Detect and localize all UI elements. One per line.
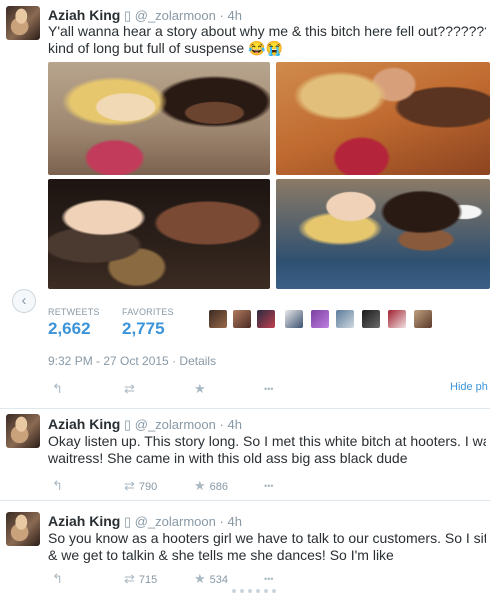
tweet-photo-2[interactable] xyxy=(276,62,490,175)
favorites-label: FAVORITES xyxy=(122,307,174,317)
verified-glyph: ▯ xyxy=(123,417,132,432)
tweet-time[interactable]: 4h xyxy=(227,514,241,529)
carousel-pager xyxy=(230,580,278,598)
tweet-text: So you know as a hooters girl we have to… xyxy=(48,530,486,564)
favoriter-avatar[interactable] xyxy=(311,310,329,328)
favorite-button[interactable]: ★ 534 xyxy=(194,571,228,587)
tweet-text-line: Okay listen up. This story long. So I me… xyxy=(48,433,486,449)
favorite-icon: ★ xyxy=(194,478,206,493)
retweet-count: 790 xyxy=(138,481,158,493)
retweet-button[interactable]: ⇄ 790 xyxy=(124,478,157,494)
tweet-text: Y'all wanna hear a story about why me & … xyxy=(48,23,486,57)
tweet-header: Aziah King ▯ @_zolarmoon · 4h xyxy=(48,7,242,23)
retweets-stat[interactable]: RETWEETS 2,662 xyxy=(48,307,100,339)
tweet-photo-4[interactable] xyxy=(276,179,490,289)
favorites-stat[interactable]: FAVORITES 2,775 xyxy=(122,307,174,339)
favoriter-avatar[interactable] xyxy=(209,310,227,328)
verified-glyph: ▯ xyxy=(123,8,132,23)
more-icon[interactable]: ••• xyxy=(264,384,273,394)
tweet-photo-1[interactable] xyxy=(48,62,270,175)
tweet[interactable]: Aziah King ▯ @_zolarmoon · 4h So you kno… xyxy=(0,501,490,599)
tweet-text-line: waitress! She came in with this old ass … xyxy=(48,450,408,466)
author-handle[interactable]: @_zolarmoon xyxy=(135,8,216,23)
reply-icon[interactable]: ↰ xyxy=(52,571,63,587)
tweet-time[interactable]: 4h xyxy=(227,417,241,432)
author-handle[interactable]: @_zolarmoon xyxy=(135,514,216,529)
tweet-text-line: Y'all wanna hear a story about why me & … xyxy=(48,23,486,39)
tweet[interactable]: Aziah King ▯ @_zolarmoon · 4h Okay liste… xyxy=(0,409,490,500)
favorite-count: 534 xyxy=(209,574,229,586)
tweet-text-line: & we get to talkin & she tells me she da… xyxy=(48,547,394,563)
tweet-photo-3[interactable] xyxy=(48,179,270,289)
favorite-icon[interactable]: ★ xyxy=(194,381,206,397)
favoriter-avatar[interactable] xyxy=(336,310,354,328)
favoriter-avatar[interactable] xyxy=(388,310,406,328)
favoriter-avatar[interactable] xyxy=(257,310,275,328)
tweet-text-line: So you know as a hooters girl we have to… xyxy=(48,530,486,546)
reply-icon[interactable]: ↰ xyxy=(52,478,63,494)
retweet-button[interactable]: ⇄ 715 xyxy=(124,571,157,587)
tweet-text-line: kind of long but full of suspense 😂😭 xyxy=(48,40,283,56)
author-handle[interactable]: @_zolarmoon xyxy=(135,417,216,432)
avatar[interactable] xyxy=(6,414,40,448)
tweet-header: Aziah King ▯ @_zolarmoon · 4h xyxy=(48,513,242,529)
hide-photo-link[interactable]: Hide ph xyxy=(450,381,488,393)
details-link[interactable]: Details xyxy=(179,354,216,368)
favorite-icon: ★ xyxy=(194,571,206,586)
retweet-icon: ⇄ xyxy=(124,478,135,493)
favorite-count: 686 xyxy=(209,481,229,493)
favoriter-avatar[interactable] xyxy=(233,310,251,328)
chevron-left-icon[interactable]: ‹ xyxy=(12,289,36,313)
more-icon[interactable]: ••• xyxy=(264,481,273,491)
tweet-time[interactable]: 4h xyxy=(227,8,241,23)
favorites-count: 2,775 xyxy=(122,319,165,338)
author-name[interactable]: Aziah King xyxy=(48,7,120,23)
tweet-header: Aziah King ▯ @_zolarmoon · 4h xyxy=(48,416,242,432)
tweet-text: Okay listen up. This story long. So I me… xyxy=(48,433,486,467)
favoriter-avatar[interactable] xyxy=(362,310,380,328)
retweets-label: RETWEETS xyxy=(48,307,100,317)
verified-glyph: ▯ xyxy=(123,514,132,529)
favorite-button[interactable]: ★ 686 xyxy=(194,478,228,494)
retweet-count: 715 xyxy=(138,574,158,586)
avatar[interactable] xyxy=(6,6,40,40)
author-name[interactable]: Aziah King xyxy=(48,513,120,529)
tweet-timestamp-details: 9:32 PM - 27 Oct 2015 · Details xyxy=(48,354,217,368)
retweet-icon: ⇄ xyxy=(124,571,135,586)
avatar[interactable] xyxy=(6,512,40,546)
favoriter-avatar[interactable] xyxy=(414,310,432,328)
reply-icon[interactable]: ↰ xyxy=(52,381,63,397)
tweet-timestamp[interactable]: 9:32 PM - 27 Oct 2015 xyxy=(48,354,169,368)
author-name[interactable]: Aziah King xyxy=(48,416,120,432)
retweet-icon[interactable]: ⇄ xyxy=(124,381,135,397)
tweet-expanded: Aziah King ▯ @_zolarmoon · 4h Y'all wann… xyxy=(0,0,490,408)
retweets-count: 2,662 xyxy=(48,319,91,338)
favoriter-avatar[interactable] xyxy=(285,310,303,328)
